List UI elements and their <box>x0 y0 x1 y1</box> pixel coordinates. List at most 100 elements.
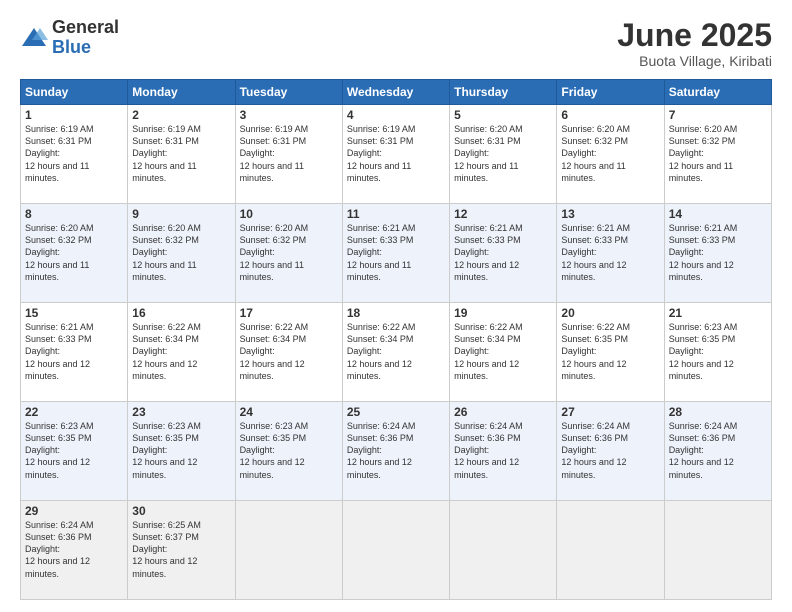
table-cell: 18 Sunrise: 6:22 AM Sunset: 6:34 PM Dayl… <box>342 303 449 402</box>
day-info: Sunrise: 6:22 AM Sunset: 6:34 PM Dayligh… <box>240 321 338 382</box>
day-number: 29 <box>25 504 123 518</box>
month-title: June 2025 <box>617 18 772 53</box>
calendar-week-row: 22 Sunrise: 6:23 AM Sunset: 6:35 PM Dayl… <box>21 402 772 501</box>
day-info: Sunrise: 6:23 AM Sunset: 6:35 PM Dayligh… <box>669 321 767 382</box>
col-wednesday: Wednesday <box>342 80 449 105</box>
day-info: Sunrise: 6:21 AM Sunset: 6:33 PM Dayligh… <box>669 222 767 283</box>
logo-icon <box>20 24 48 52</box>
day-number: 15 <box>25 306 123 320</box>
table-cell: 13 Sunrise: 6:21 AM Sunset: 6:33 PM Dayl… <box>557 204 664 303</box>
table-cell: 24 Sunrise: 6:23 AM Sunset: 6:35 PM Dayl… <box>235 402 342 501</box>
table-cell: 15 Sunrise: 6:21 AM Sunset: 6:33 PM Dayl… <box>21 303 128 402</box>
day-info: Sunrise: 6:21 AM Sunset: 6:33 PM Dayligh… <box>454 222 552 283</box>
day-info: Sunrise: 6:24 AM Sunset: 6:36 PM Dayligh… <box>347 420 445 481</box>
logo-text: General Blue <box>52 18 119 58</box>
table-cell: 25 Sunrise: 6:24 AM Sunset: 6:36 PM Dayl… <box>342 402 449 501</box>
day-number: 5 <box>454 108 552 122</box>
day-info: Sunrise: 6:23 AM Sunset: 6:35 PM Dayligh… <box>132 420 230 481</box>
day-number: 12 <box>454 207 552 221</box>
logo-blue: Blue <box>52 38 119 58</box>
day-number: 9 <box>132 207 230 221</box>
day-number: 14 <box>669 207 767 221</box>
table-cell: 1 Sunrise: 6:19 AM Sunset: 6:31 PM Dayli… <box>21 105 128 204</box>
day-number: 1 <box>25 108 123 122</box>
day-info: Sunrise: 6:23 AM Sunset: 6:35 PM Dayligh… <box>25 420 123 481</box>
day-number: 11 <box>347 207 445 221</box>
table-cell: 30 Sunrise: 6:25 AM Sunset: 6:37 PM Dayl… <box>128 501 235 600</box>
day-info: Sunrise: 6:19 AM Sunset: 6:31 PM Dayligh… <box>240 123 338 184</box>
day-number: 17 <box>240 306 338 320</box>
day-info: Sunrise: 6:24 AM Sunset: 6:36 PM Dayligh… <box>561 420 659 481</box>
table-cell: 27 Sunrise: 6:24 AM Sunset: 6:36 PM Dayl… <box>557 402 664 501</box>
day-number: 18 <box>347 306 445 320</box>
table-cell <box>557 501 664 600</box>
day-info: Sunrise: 6:21 AM Sunset: 6:33 PM Dayligh… <box>561 222 659 283</box>
day-number: 22 <box>25 405 123 419</box>
day-number: 30 <box>132 504 230 518</box>
table-cell <box>235 501 342 600</box>
table-cell: 29 Sunrise: 6:24 AM Sunset: 6:36 PM Dayl… <box>21 501 128 600</box>
table-cell <box>342 501 449 600</box>
day-info: Sunrise: 6:24 AM Sunset: 6:36 PM Dayligh… <box>454 420 552 481</box>
day-number: 6 <box>561 108 659 122</box>
day-number: 4 <box>347 108 445 122</box>
day-number: 19 <box>454 306 552 320</box>
table-cell: 5 Sunrise: 6:20 AM Sunset: 6:31 PM Dayli… <box>450 105 557 204</box>
calendar-table: Sunday Monday Tuesday Wednesday Thursday… <box>20 79 772 600</box>
table-cell: 12 Sunrise: 6:21 AM Sunset: 6:33 PM Dayl… <box>450 204 557 303</box>
table-cell: 2 Sunrise: 6:19 AM Sunset: 6:31 PM Dayli… <box>128 105 235 204</box>
day-number: 3 <box>240 108 338 122</box>
day-number: 16 <box>132 306 230 320</box>
subtitle: Buota Village, Kiribati <box>617 53 772 69</box>
col-monday: Monday <box>128 80 235 105</box>
day-number: 27 <box>561 405 659 419</box>
table-cell: 8 Sunrise: 6:20 AM Sunset: 6:32 PM Dayli… <box>21 204 128 303</box>
day-number: 13 <box>561 207 659 221</box>
day-number: 25 <box>347 405 445 419</box>
day-info: Sunrise: 6:22 AM Sunset: 6:34 PM Dayligh… <box>347 321 445 382</box>
col-sunday: Sunday <box>21 80 128 105</box>
table-cell: 17 Sunrise: 6:22 AM Sunset: 6:34 PM Dayl… <box>235 303 342 402</box>
table-cell: 4 Sunrise: 6:19 AM Sunset: 6:31 PM Dayli… <box>342 105 449 204</box>
day-info: Sunrise: 6:20 AM Sunset: 6:32 PM Dayligh… <box>561 123 659 184</box>
day-number: 2 <box>132 108 230 122</box>
table-cell: 21 Sunrise: 6:23 AM Sunset: 6:35 PM Dayl… <box>664 303 771 402</box>
header: General Blue June 2025 Buota Village, Ki… <box>20 18 772 69</box>
table-cell: 20 Sunrise: 6:22 AM Sunset: 6:35 PM Dayl… <box>557 303 664 402</box>
day-number: 28 <box>669 405 767 419</box>
table-cell: 9 Sunrise: 6:20 AM Sunset: 6:32 PM Dayli… <box>128 204 235 303</box>
calendar-week-row: 29 Sunrise: 6:24 AM Sunset: 6:36 PM Dayl… <box>21 501 772 600</box>
table-cell: 23 Sunrise: 6:23 AM Sunset: 6:35 PM Dayl… <box>128 402 235 501</box>
col-thursday: Thursday <box>450 80 557 105</box>
day-number: 20 <box>561 306 659 320</box>
day-info: Sunrise: 6:25 AM Sunset: 6:37 PM Dayligh… <box>132 519 230 580</box>
day-info: Sunrise: 6:22 AM Sunset: 6:35 PM Dayligh… <box>561 321 659 382</box>
day-info: Sunrise: 6:22 AM Sunset: 6:34 PM Dayligh… <box>132 321 230 382</box>
title-block: June 2025 Buota Village, Kiribati <box>617 18 772 69</box>
day-number: 10 <box>240 207 338 221</box>
day-number: 24 <box>240 405 338 419</box>
day-info: Sunrise: 6:24 AM Sunset: 6:36 PM Dayligh… <box>25 519 123 580</box>
day-info: Sunrise: 6:19 AM Sunset: 6:31 PM Dayligh… <box>25 123 123 184</box>
table-cell: 19 Sunrise: 6:22 AM Sunset: 6:34 PM Dayl… <box>450 303 557 402</box>
page: General Blue June 2025 Buota Village, Ki… <box>0 0 792 612</box>
calendar-header-row: Sunday Monday Tuesday Wednesday Thursday… <box>21 80 772 105</box>
table-cell: 11 Sunrise: 6:21 AM Sunset: 6:33 PM Dayl… <box>342 204 449 303</box>
day-info: Sunrise: 6:23 AM Sunset: 6:35 PM Dayligh… <box>240 420 338 481</box>
logo-general: General <box>52 18 119 38</box>
day-number: 23 <box>132 405 230 419</box>
table-cell <box>450 501 557 600</box>
day-info: Sunrise: 6:21 AM Sunset: 6:33 PM Dayligh… <box>25 321 123 382</box>
day-info: Sunrise: 6:22 AM Sunset: 6:34 PM Dayligh… <box>454 321 552 382</box>
col-tuesday: Tuesday <box>235 80 342 105</box>
day-info: Sunrise: 6:20 AM Sunset: 6:32 PM Dayligh… <box>240 222 338 283</box>
table-cell: 14 Sunrise: 6:21 AM Sunset: 6:33 PM Dayl… <box>664 204 771 303</box>
day-number: 8 <box>25 207 123 221</box>
day-info: Sunrise: 6:19 AM Sunset: 6:31 PM Dayligh… <box>347 123 445 184</box>
table-cell: 26 Sunrise: 6:24 AM Sunset: 6:36 PM Dayl… <box>450 402 557 501</box>
day-number: 21 <box>669 306 767 320</box>
day-number: 26 <box>454 405 552 419</box>
table-cell: 6 Sunrise: 6:20 AM Sunset: 6:32 PM Dayli… <box>557 105 664 204</box>
day-number: 7 <box>669 108 767 122</box>
calendar-week-row: 1 Sunrise: 6:19 AM Sunset: 6:31 PM Dayli… <box>21 105 772 204</box>
